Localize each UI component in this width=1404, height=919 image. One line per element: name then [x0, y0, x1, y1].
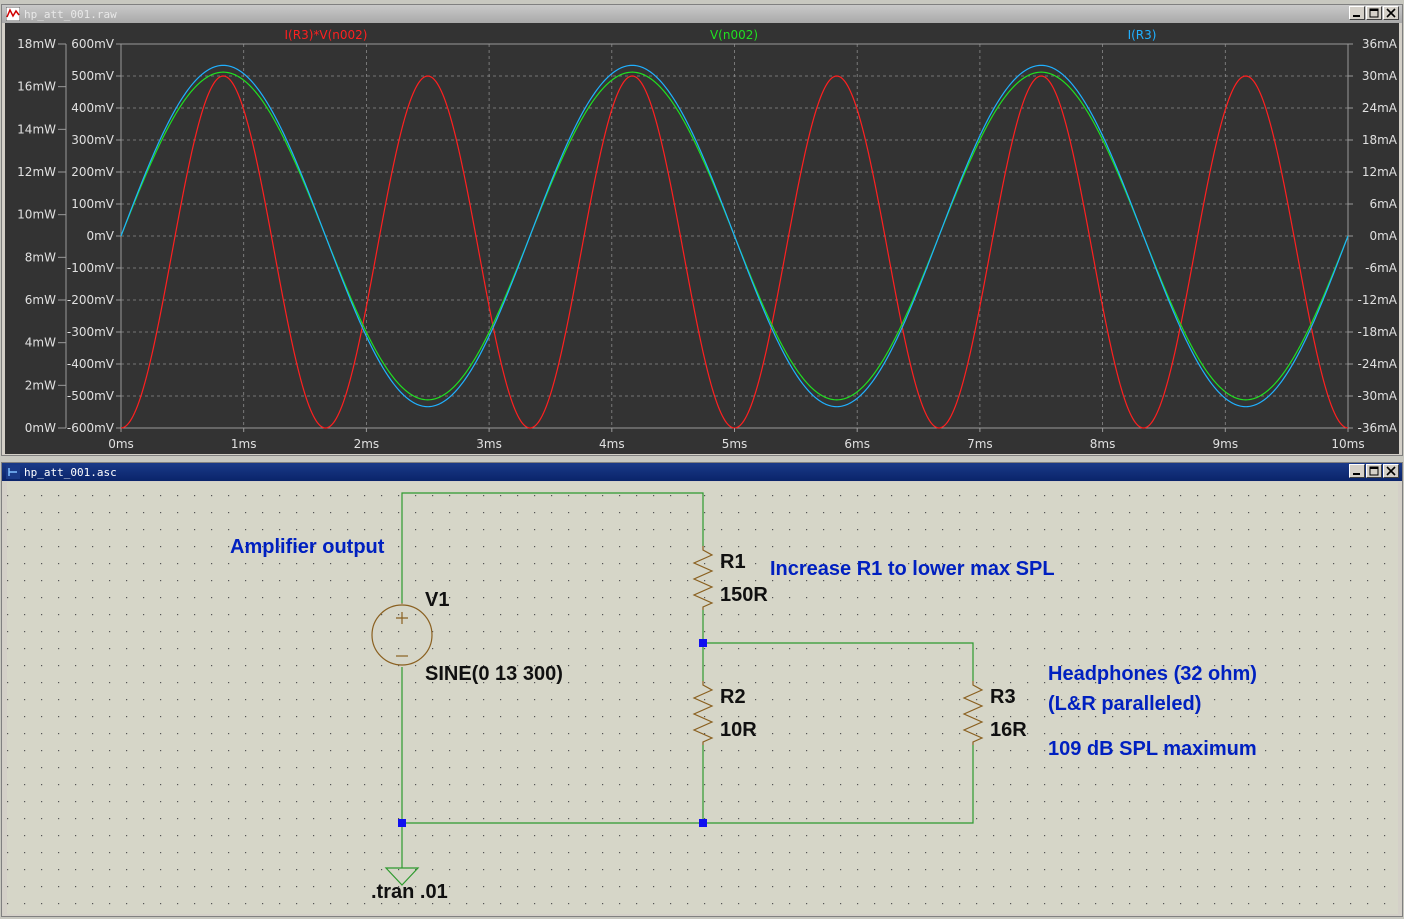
r1-value-label[interactable]: 150R [720, 584, 768, 606]
r1-note-label[interactable]: Increase R1 to lower max SPL [770, 558, 1055, 580]
v1-value-label[interactable]: SINE(0 13 300) [425, 663, 563, 685]
schematic-canvas[interactable]: Amplifier output V1 SINE(0 13 300) R1 15… [0, 0, 1404, 919]
r3-value-label[interactable]: 16R [990, 719, 1027, 741]
r2-name-label[interactable]: R2 [720, 686, 746, 708]
junction-node[interactable] [699, 639, 707, 647]
junction-node[interactable] [398, 819, 406, 827]
headphones-note-label[interactable]: Headphones (32 ohm) [1048, 663, 1257, 685]
r1-name-label[interactable]: R1 [720, 551, 746, 573]
parallel-note-label[interactable]: (L&R paralleled) [1048, 693, 1201, 715]
amplifier-output-label[interactable]: Amplifier output [230, 536, 385, 558]
spl-note-label[interactable]: 109 dB SPL maximum [1048, 738, 1257, 760]
junction-node[interactable] [699, 819, 707, 827]
v1-name-label[interactable]: V1 [425, 589, 449, 611]
tran-directive-label[interactable]: .tran .01 [371, 881, 448, 903]
r3-name-label[interactable]: R3 [990, 686, 1016, 708]
r2-value-label[interactable]: 10R [720, 719, 757, 741]
